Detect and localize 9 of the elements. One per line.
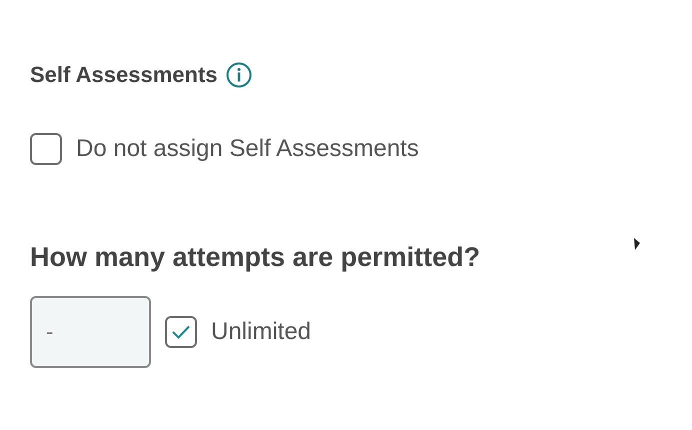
pointer-icon — [634, 238, 640, 250]
checkbox[interactable] — [30, 133, 62, 165]
checkbox-label: Do not assign Self Assessments — [76, 134, 419, 164]
checkbox[interactable] — [165, 316, 197, 348]
section-title: Self Assessments — [30, 61, 218, 89]
info-icon[interactable] — [226, 62, 252, 88]
checkmark-icon — [172, 324, 190, 338]
question-heading: How many attempts are permitted? — [30, 241, 480, 274]
checkbox-label: Unlimited — [211, 316, 312, 346]
